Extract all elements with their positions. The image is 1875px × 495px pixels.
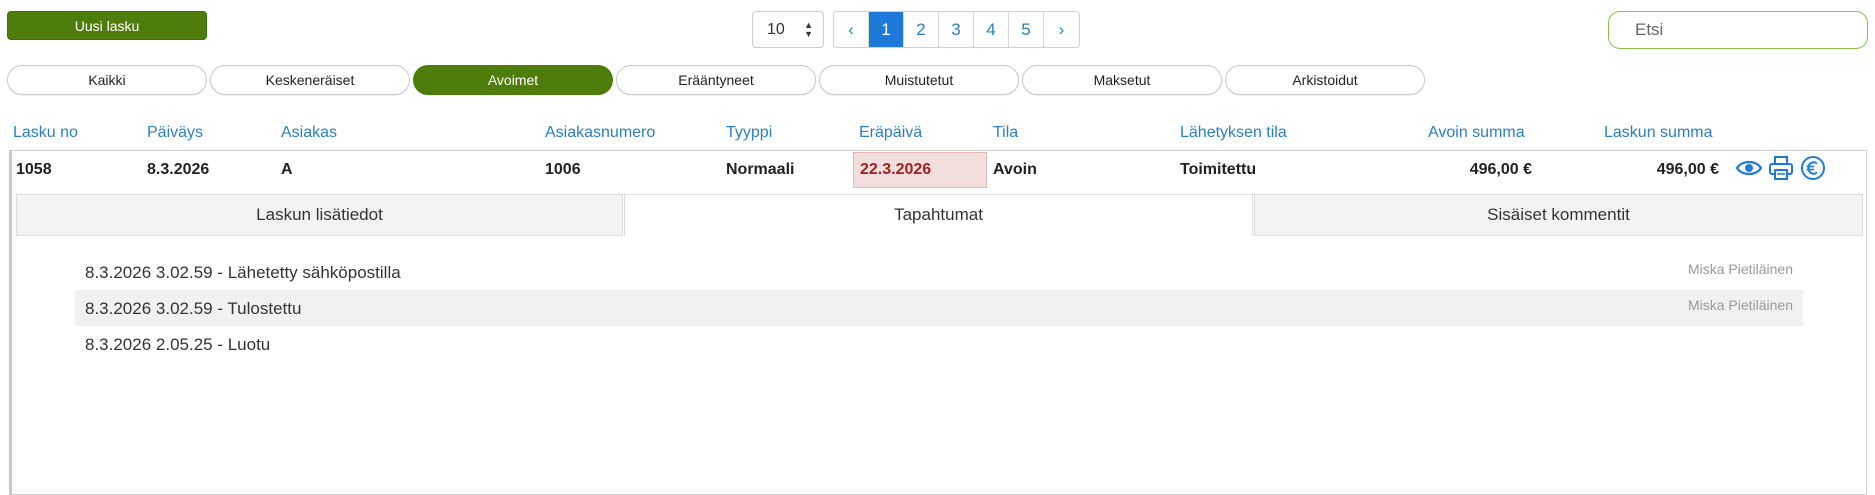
- detail-tabs: Laskun lisätiedot Tapahtumat Sisäiset ko…: [16, 194, 1863, 236]
- invoice-status: Avoin: [993, 161, 1037, 178]
- filter-overdue[interactable]: Erääntyneet: [616, 65, 816, 95]
- eye-icon[interactable]: [1736, 155, 1762, 181]
- invoice-customer-no: 1006: [545, 161, 581, 178]
- invoice-customer: A: [281, 161, 293, 178]
- filter-all[interactable]: Kaikki: [7, 65, 207, 95]
- new-invoice-button[interactable]: Uusi lasku: [7, 11, 207, 40]
- invoice-actions: [1736, 155, 1826, 181]
- pager-page-2[interactable]: 2: [904, 12, 939, 47]
- col-open-sum[interactable]: Avoin summa: [1428, 124, 1525, 142]
- invoice-open-sum: 496,00 €: [1469, 161, 1532, 178]
- col-invoice-sum[interactable]: Laskun summa: [1604, 124, 1713, 142]
- event-user: Miska Pietiläinen: [1687, 297, 1793, 313]
- event-text: 8.3.2026 3.02.59 - Tulostettu: [85, 299, 302, 318]
- invoice-type: Normaali: [726, 161, 795, 178]
- invoice-due-date: 22.3.2026: [853, 152, 987, 188]
- col-customer[interactable]: Asiakas: [281, 124, 337, 142]
- event-text: 8.3.2026 2.05.25 - Luotu: [85, 335, 271, 354]
- col-send-status[interactable]: Lähetyksen tila: [1180, 124, 1287, 142]
- pager-page-1[interactable]: 1: [869, 12, 904, 47]
- filter-paid[interactable]: Maksetut: [1022, 65, 1222, 95]
- tab-internal-comments[interactable]: Sisäiset kommentit: [1254, 194, 1863, 236]
- filter-reminded[interactable]: Muistutetut: [819, 65, 1019, 95]
- col-date[interactable]: Päiväys: [147, 124, 203, 142]
- filter-tabs: Kaikki Keskeneräiset Avoimet Erääntyneet…: [7, 65, 1425, 95]
- tab-invoice-details[interactable]: Laskun lisätiedot: [16, 194, 623, 236]
- pager-page-3[interactable]: 3: [939, 12, 974, 47]
- filter-incomplete[interactable]: Keskeneräiset: [210, 65, 410, 95]
- printer-icon[interactable]: [1768, 155, 1794, 181]
- tab-events[interactable]: Tapahtumat: [624, 194, 1253, 236]
- pager-next[interactable]: ›: [1044, 12, 1079, 47]
- select-arrows-icon: ▲ ▼: [804, 20, 813, 39]
- col-invoice-no[interactable]: Lasku no: [13, 124, 78, 142]
- search-input[interactable]: [1608, 11, 1868, 49]
- col-customer-no[interactable]: Asiakasnumero: [545, 124, 655, 142]
- page-size-select[interactable]: 10 ▲ ▼: [752, 11, 824, 48]
- pager-page-5[interactable]: 5: [1009, 12, 1044, 47]
- event-row: 8.3.2026 2.05.25 - Luotu: [75, 326, 1803, 362]
- filter-archived[interactable]: Arkistoidut: [1225, 65, 1425, 95]
- col-type[interactable]: Tyyppi: [726, 124, 772, 142]
- event-text: 8.3.2026 3.02.59 - Lähetetty sähköpostil…: [85, 263, 401, 282]
- page-size-value: 10: [767, 20, 785, 38]
- invoice-date: 8.3.2026: [147, 161, 210, 178]
- filter-open[interactable]: Avoimet: [413, 65, 613, 95]
- event-user: Miska Pietiläinen: [1687, 261, 1793, 277]
- col-due-date[interactable]: Eräpäivä: [859, 124, 922, 142]
- event-row: 8.3.2026 3.02.59 - Tulostettu Miska Piet…: [75, 290, 1803, 326]
- invoice-no: 1058: [16, 161, 52, 178]
- invoice-send-status: Toimitettu: [1180, 161, 1257, 178]
- pager-prev[interactable]: ‹: [834, 12, 869, 47]
- pager-page-4[interactable]: 4: [974, 12, 1009, 47]
- col-status[interactable]: Tila: [993, 124, 1018, 142]
- event-row: 8.3.2026 3.02.59 - Lähetetty sähköpostil…: [75, 254, 1803, 290]
- invoice-sum: 496,00 €: [1656, 161, 1719, 178]
- pagination: ‹ 1 2 3 4 5 ›: [833, 11, 1080, 48]
- euro-icon[interactable]: [1800, 155, 1826, 181]
